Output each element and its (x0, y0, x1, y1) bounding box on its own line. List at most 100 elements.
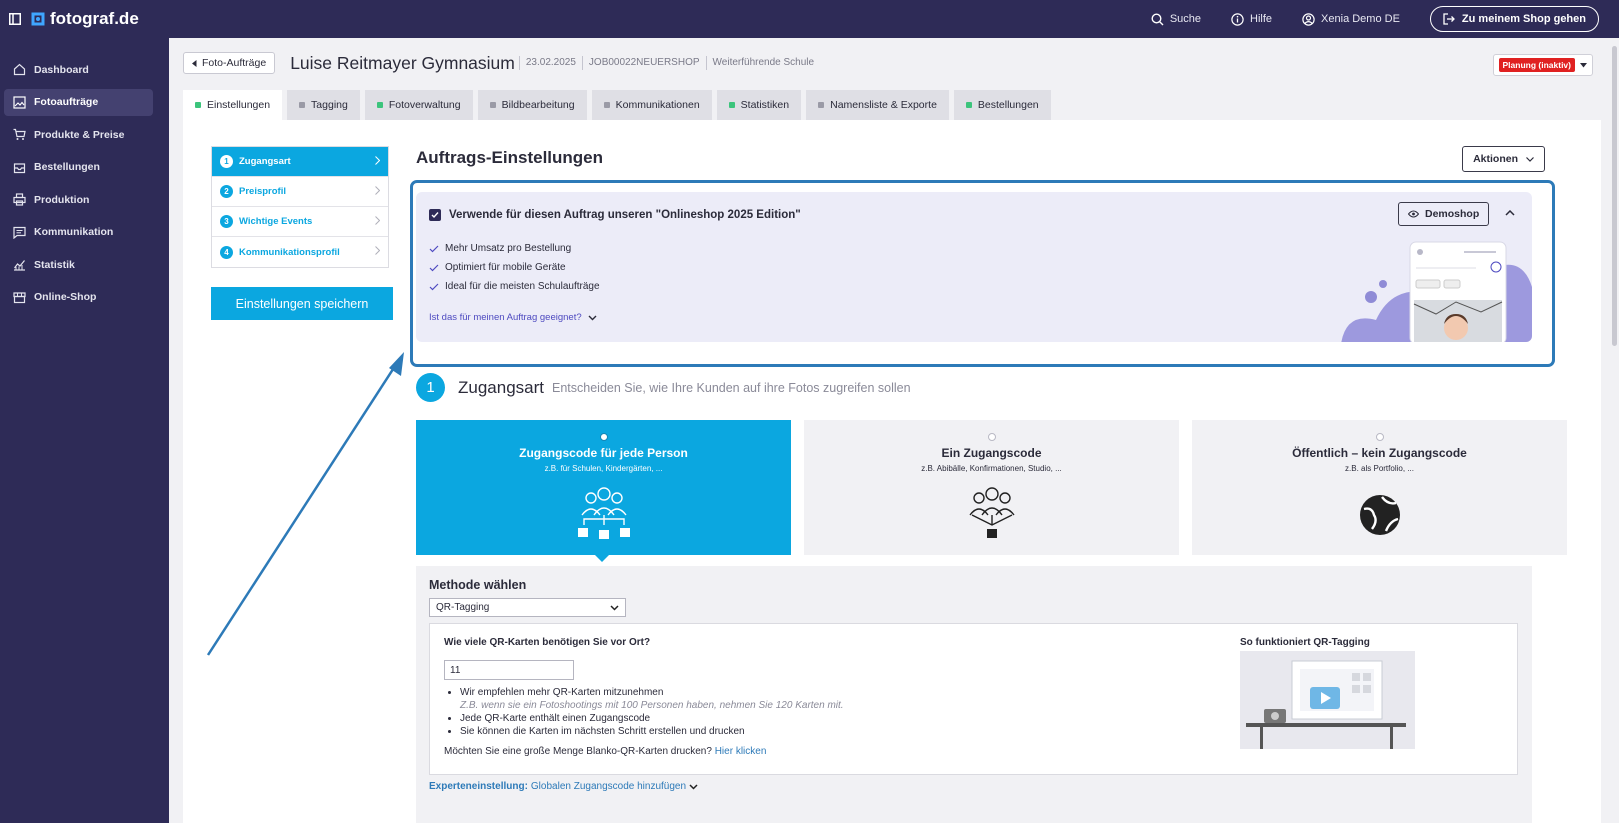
sidebar: Dashboard Fotoaufträge Produkte & Preise… (0, 38, 169, 823)
zugangsart-subtitle: Entscheiden Sie, wie Ihre Kunden auf ihr… (552, 380, 911, 395)
tab-statistiken[interactable]: Statistiken (716, 90, 802, 120)
job-id: JOB00022NEUERSHOP (581, 56, 706, 70)
tab-fotoverwaltung[interactable]: Fotoverwaltung (364, 90, 473, 120)
page-title: Luise Reitmayer Gymnasium (290, 52, 515, 73)
sidebar-item-produkte-preise[interactable]: Produkte & Preise (4, 121, 153, 148)
sidebar-toggle-icon[interactable] (0, 13, 30, 25)
group-single-lock-icon (968, 487, 1015, 538)
qr-quantity-input[interactable]: 11 (444, 660, 574, 680)
message-icon (13, 226, 26, 239)
chevron-right-icon (375, 246, 380, 255)
tab-status-dot (489, 102, 496, 108)
qr-tagging-box: Wie viele QR-Karten benötigen Sie vor Or… (429, 623, 1518, 775)
tab-tagging[interactable]: Tagging (287, 90, 360, 120)
highlight-frame (410, 180, 1555, 367)
access-card-public[interactable]: Öffentlich – kein Zugangscode z.B. als P… (1192, 420, 1567, 555)
tab-kommunikationen[interactable]: Kommunikationen (591, 90, 712, 120)
image-icon (13, 95, 26, 109)
method-section: Methode wählen QR-Tagging Wie viele QR-K… (416, 566, 1532, 823)
chevron-down-icon (1526, 156, 1534, 162)
status-badge: Planung (inaktiv) (1498, 58, 1575, 72)
list-item-example: Z.B. wenn sie ein Fotoshootings mit 100 … (460, 700, 844, 711)
zugangsart-header: 1 Zugangsart Entscheiden Sie, wie Ihre K… (416, 373, 911, 402)
tab-bildbearbeitung[interactable]: Bildbearbeitung (477, 90, 587, 120)
tab-status-dot (818, 102, 825, 108)
section-title: Auftrags-Einstellungen (416, 148, 604, 167)
tab-bestellungen[interactable]: Bestellungen (953, 90, 1051, 120)
radio-unselected[interactable] (987, 433, 996, 441)
user-icon (1302, 12, 1315, 26)
home-icon (13, 63, 26, 76)
info-icon (1231, 12, 1244, 26)
app-logo[interactable]: fotograf.de (30, 9, 139, 29)
search-link[interactable]: Suche (1151, 12, 1201, 26)
settings-panel: 1 Zugangsart 2 Preisprofil 3 Wichtige Ev… (183, 120, 1601, 823)
qr-quantity-question: Wie viele QR-Karten benötigen Sie vor Or… (444, 637, 651, 648)
group-locks-icon (577, 487, 630, 539)
sidebar-item-statistik[interactable]: Statistik (4, 251, 153, 278)
go-to-shop-button[interactable]: Zu meinem Shop gehen (1429, 6, 1599, 32)
logo-icon (31, 12, 45, 26)
sidebar-item-fotoauftraege[interactable]: Fotoaufträge (4, 88, 153, 116)
tab-einstellungen[interactable]: Einstellungen (183, 90, 283, 120)
caret-down-icon (1580, 62, 1587, 67)
method-select[interactable]: QR-Tagging (429, 598, 626, 617)
job-header: Foto-Aufträge Luise Reitmayer Gymnasium … (183, 52, 820, 74)
caret-left-icon (192, 59, 197, 67)
chevron-right-icon (375, 156, 380, 165)
inbox-icon (13, 162, 26, 173)
list-item: Wir empfehlen mehr QR-Karten mitzunehmen (460, 686, 844, 699)
chevron-down-icon (689, 783, 698, 790)
radio-selected[interactable] (599, 433, 608, 441)
tab-status-dot (728, 102, 735, 108)
chevron-right-icon (375, 186, 380, 195)
step-preisprofil[interactable]: 2 Preisprofil (212, 177, 388, 207)
sidebar-item-produktion[interactable]: Produktion (4, 186, 153, 213)
method-title: Methode wählen (429, 578, 527, 592)
job-date: 23.02.2025 (518, 56, 582, 70)
cart-icon (13, 128, 26, 140)
settings-steps: 1 Zugangsart 2 Preisprofil 3 Wichtige Ev… (211, 146, 389, 268)
sidebar-item-online-shop[interactable]: Online-Shop (4, 284, 153, 311)
access-card-per-person[interactable]: Zugangscode für jede Person z.B. für Sch… (416, 420, 791, 555)
store-icon (13, 291, 26, 303)
step-zugangsart[interactable]: 1 Zugangsart (212, 147, 388, 177)
school-type: Weiterführende Schule (705, 56, 821, 70)
step-kommunikationsprofil[interactable]: 4 Kommunikationsprofil (212, 237, 388, 267)
scrollbar[interactable] (1612, 46, 1617, 346)
tab-namensliste-exporte[interactable]: Namensliste & Exporte (806, 90, 949, 120)
sidebar-item-dashboard[interactable]: Dashboard (4, 56, 153, 83)
expert-setting-link[interactable]: Experteneinstellung: Globalen Zugangscod… (429, 781, 698, 792)
back-button[interactable]: Foto-Aufträge (183, 52, 276, 74)
radio-unselected[interactable] (1375, 433, 1384, 441)
zugangsart-title: Zugangsart (458, 377, 544, 397)
globe-icon (1359, 495, 1400, 535)
help-link[interactable]: Hilfe (1231, 12, 1272, 26)
exit-icon (1443, 13, 1455, 25)
top-bar: fotograf.de Suche Hilfe Xenia Demo DE Zu… (0, 0, 1619, 38)
printer-icon (13, 193, 26, 206)
actions-dropdown[interactable]: Aktionen (1462, 146, 1545, 172)
access-card-single-code[interactable]: Ein Zugangscode z.B. Abibälle, Konfirmat… (804, 420, 1179, 555)
list-item: Sie können die Karten im nächsten Schrit… (460, 725, 844, 738)
qr-tagging-video[interactable] (1240, 651, 1415, 749)
status-dropdown[interactable]: Planung (inaktiv) (1492, 54, 1593, 76)
tab-status-dot (376, 102, 383, 108)
sidebar-item-kommunikation[interactable]: Kommunikation (4, 219, 153, 246)
chart-icon (14, 260, 25, 271)
tab-status-dot (195, 102, 201, 108)
list-item: Jede QR-Karte enthält einen Zugangscode (460, 712, 844, 725)
tab-status-dot (299, 102, 306, 108)
job-tabs: Einstellungen Tagging Fotoverwaltung Bil… (183, 90, 1051, 120)
sidebar-item-bestellungen[interactable]: Bestellungen (4, 154, 153, 181)
blank-qr-prompt: Möchten Sie eine große Menge Blanko-QR-K… (444, 746, 767, 757)
user-menu[interactable]: Xenia Demo DE (1302, 12, 1400, 26)
chevron-down-icon (610, 604, 619, 611)
blank-qr-link[interactable]: Hier klicken (715, 746, 767, 757)
tab-status-dot (603, 102, 610, 108)
save-settings-button[interactable]: Einstellungen speichern (211, 287, 393, 320)
howto-title: So funktioniert QR-Tagging (1240, 637, 1370, 648)
search-icon (1151, 12, 1164, 25)
step-wichtige-events[interactable]: 3 Wichtige Events (212, 207, 388, 237)
chevron-right-icon (375, 216, 380, 225)
